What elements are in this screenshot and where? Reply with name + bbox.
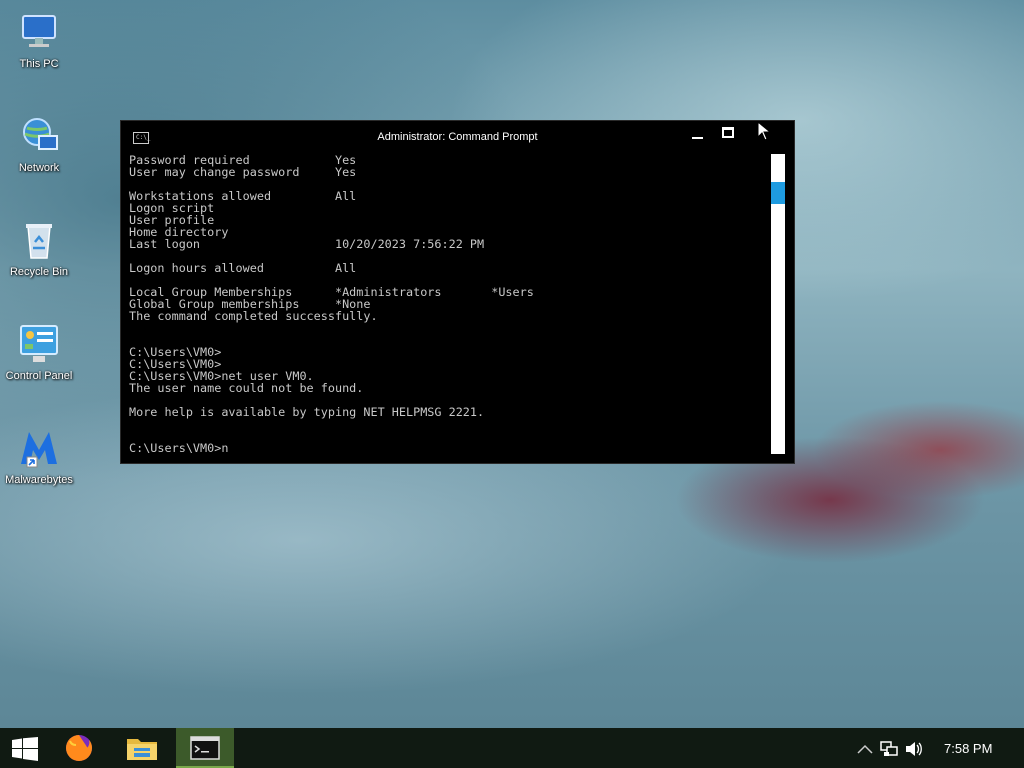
console-line: Logon script <box>129 201 215 215</box>
firefox-icon <box>66 735 92 761</box>
recycle-bin-icon <box>15 216 63 264</box>
console-line: User may change password Yes <box>129 165 357 179</box>
chevron-up-icon[interactable] <box>857 744 873 754</box>
computer-icon <box>15 8 63 56</box>
minimize-button[interactable] <box>683 125 713 147</box>
scrollbar-thumb[interactable] <box>771 182 785 204</box>
desktop-icon-recycle-bin[interactable]: Recycle Bin <box>2 216 76 278</box>
network-icon[interactable] <box>880 741 898 757</box>
desktop-icon-control-panel[interactable]: Control Panel <box>2 320 76 382</box>
start-button[interactable] <box>0 728 50 768</box>
command-prompt-icon <box>190 736 220 760</box>
malwarebytes-icon <box>15 424 63 472</box>
taskbar-command-prompt[interactable] <box>176 728 234 768</box>
desktop-icon-label: Network <box>18 162 60 174</box>
console-line: The command completed successfully. <box>129 309 378 323</box>
desktop-icon-this-pc[interactable]: This PC <box>2 8 76 70</box>
window-titlebar[interactable]: C:\_ Administrator: Command Prompt <box>121 121 794 154</box>
taskbar-firefox[interactable] <box>50 728 108 768</box>
console-line: Workstations allowed All <box>129 189 357 203</box>
console-line: C:\Users\VM0> <box>129 345 222 359</box>
taskbar-file-explorer[interactable] <box>112 728 170 768</box>
mouse-pointer-icon <box>757 121 771 141</box>
desktop-icon-label: This PC <box>19 58 59 70</box>
network-globe-icon <box>15 112 63 160</box>
desktop-icon-network[interactable]: Network <box>2 112 76 174</box>
console-line: C:\Users\VM0>n <box>129 441 229 454</box>
maximize-button[interactable] <box>713 125 743 147</box>
console-line: More help is available by typing NET HEL… <box>129 405 485 419</box>
file-explorer-icon <box>127 739 157 760</box>
taskbar: 7:58 PM <box>0 728 1024 768</box>
desktop-icon-label: Recycle Bin <box>9 266 69 278</box>
command-prompt-window[interactable]: C:\_ Administrator: Command Prompt Passw… <box>120 120 795 464</box>
console-line: Last logon 10/20/2023 7:56:22 PM <box>129 237 485 251</box>
taskbar-clock[interactable]: 7:58 PM <box>944 741 992 756</box>
volume-icon[interactable] <box>905 741 923 757</box>
control-panel-icon <box>15 320 63 368</box>
console-line: The user name could not be found. <box>129 381 364 395</box>
windows-logo-icon <box>12 737 38 761</box>
desktop-icon-label: Malwarebytes <box>5 474 73 486</box>
vertical-scrollbar[interactable] <box>771 154 785 454</box>
console-output[interactable]: Password required Yes User may change pas… <box>129 154 765 454</box>
desktop-icon-label: Control Panel <box>5 370 73 382</box>
console-line: Logon hours allowed All <box>129 261 357 275</box>
desktop-icon-malwarebytes[interactable]: Malwarebytes <box>2 424 76 486</box>
